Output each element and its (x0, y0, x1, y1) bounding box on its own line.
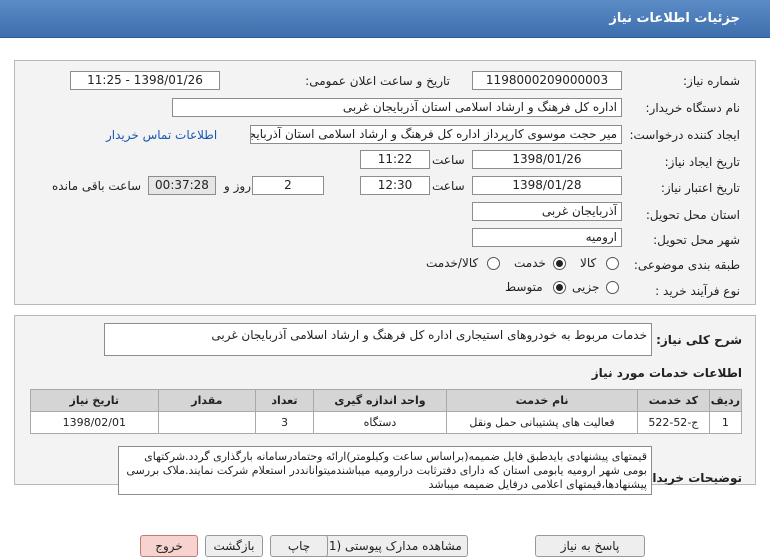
table-row: 1 ج-52-522 فعالیت های پشتیبانی حمل ونقل … (30, 411, 743, 434)
attachments-button[interactable]: مشاهده مدارک پیوستی (1) (318, 535, 468, 557)
category-label: طبقه بندی موضوعی: (633, 258, 740, 272)
buyer-label: نام دستگاه خریدار: (645, 101, 741, 115)
service-code-cell: ج-52-522 (636, 411, 710, 434)
summary-field: خدمات مربوط به خودروهای استیجاری اداره ک… (104, 323, 652, 356)
column-header: مقدار (157, 389, 257, 412)
create-time-label: ساعت (432, 153, 465, 167)
process-label: نوع فرآیند خرید : (655, 284, 740, 298)
service-name-cell: فعالیت های پشتیبانی حمل ونقل (446, 411, 638, 434)
column-header: نام خدمت (446, 389, 638, 412)
remaining-days-field: 2 (252, 176, 324, 195)
column-header: کد خدمت (636, 389, 710, 412)
category-goods-label: کالا (580, 256, 597, 270)
services-table: ردیف کد خدمت نام خدمت واحد اندازه گیری ت… (30, 389, 743, 434)
summary-label: شرح کلی نیاز: (656, 333, 742, 347)
page-title: جزئیات اطلاعات نیاز (609, 11, 740, 26)
category-service-label: خدمت (514, 256, 546, 270)
day-and-label: روز و (224, 179, 251, 193)
unit-cell: دستگاه (312, 411, 448, 434)
process-minor-radio[interactable] (606, 281, 619, 294)
column-header: تعداد (255, 389, 314, 412)
create-date-field: 1398/01/26 (472, 150, 622, 169)
column-header: تاریخ نیاز (30, 389, 159, 412)
province-field: آذربایجان غربی (472, 202, 622, 221)
reply-button[interactable]: پاسخ به نیاز (535, 535, 645, 557)
column-header: واحد اندازه گیری (312, 389, 448, 412)
exit-button[interactable]: خروج (140, 535, 198, 557)
buyer-contact-link[interactable]: اطلاعات تماس خریدار (106, 128, 217, 142)
row-number-cell: 1 (708, 411, 743, 434)
buyer-notes-field: قیمتهای پیشنهادی بایدطبق فایل ضمیمه(براس… (118, 446, 652, 495)
requester-field: میر حجت موسوی کارپرداز اداره کل فرهنگ و … (250, 125, 622, 144)
category-service-radio[interactable] (553, 257, 566, 270)
title-bar: جزئیات اطلاعات نیاز (0, 0, 770, 38)
remaining-time-field: 00:37:28 (148, 176, 216, 195)
validity-date-label: تاریخ اعتبار نیاز: (660, 181, 740, 195)
count-cell: 3 (255, 411, 314, 434)
process-medium-radio[interactable] (553, 281, 566, 294)
process-minor-label: جزیی (572, 280, 600, 294)
amount-cell (157, 411, 257, 434)
announce-label: تاریخ و ساعت اعلان عمومی: (305, 74, 450, 88)
category-both-label: کالا/خدمت (426, 256, 479, 270)
need-number-label: شماره نیاز: (683, 74, 740, 88)
need-date-cell: 1398/02/01 (30, 411, 159, 434)
process-medium-label: متوسط (505, 280, 543, 294)
validity-date-field: 1398/01/28 (472, 176, 622, 195)
validity-time-label: ساعت (432, 179, 465, 193)
requester-label: ایجاد کننده درخواست: (629, 128, 740, 142)
table-header-row: ردیف کد خدمت نام خدمت واحد اندازه گیری ت… (30, 389, 743, 412)
announce-field: 1398/01/26 - 11:25 (70, 71, 220, 90)
city-label: شهر محل تحویل: (653, 233, 740, 247)
buyer-field: اداره کل فرهنگ و ارشاد اسلامی استان آذرب… (172, 98, 622, 117)
category-goods-radio[interactable] (606, 257, 619, 270)
category-both-radio[interactable] (487, 257, 500, 270)
province-label: استان محل تحویل: (645, 208, 740, 222)
create-date-label: تاریخ ایجاد نیاز: (664, 155, 740, 169)
remaining-time-label: ساعت باقی مانده (52, 179, 142, 193)
back-button[interactable]: بازگشت (205, 535, 263, 557)
print-button[interactable]: چاپ (270, 535, 328, 557)
services-title: اطلاعات خدمات مورد نیاز (591, 366, 742, 380)
buyer-notes-label: توضیحات خریدار: (640, 471, 742, 485)
need-number-field: 1198000209000003 (472, 71, 622, 90)
create-time-field: 11:22 (360, 150, 430, 169)
column-header: ردیف (708, 389, 743, 412)
city-field: ارومیه (472, 228, 622, 247)
validity-time-field: 12:30 (360, 176, 430, 195)
